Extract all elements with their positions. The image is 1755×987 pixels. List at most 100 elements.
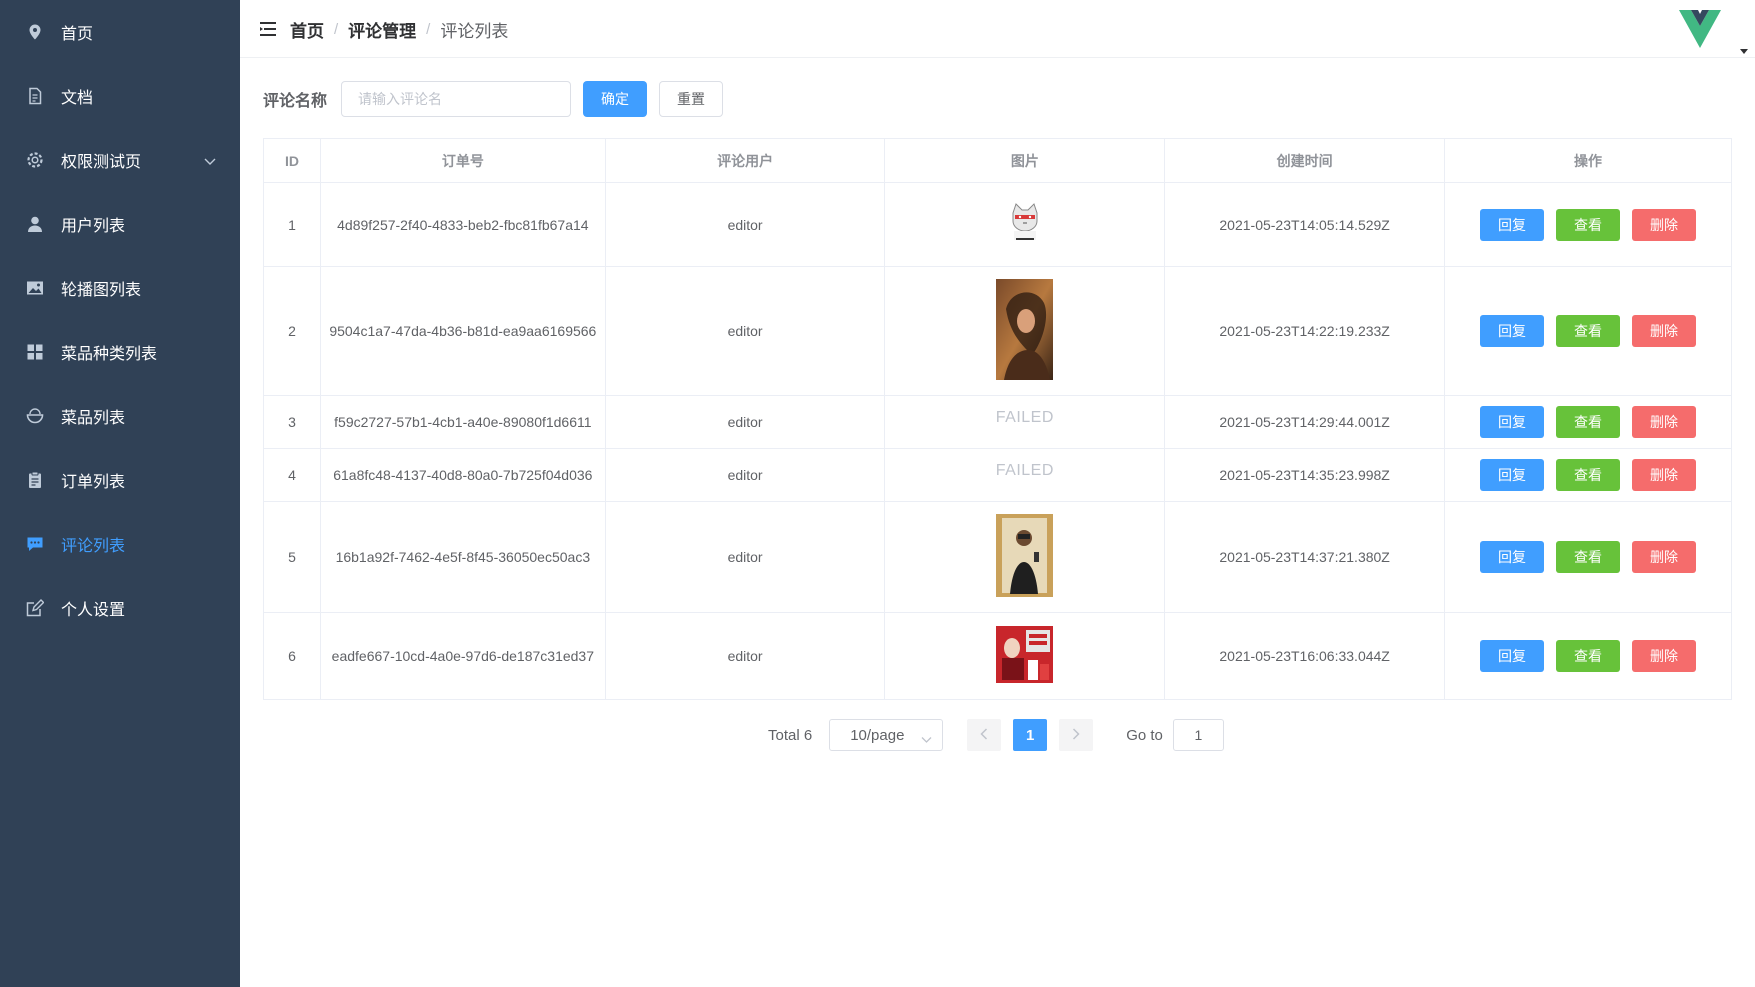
cell-image — [884, 266, 1166, 396]
delete-button[interactable]: 删除 — [1632, 541, 1697, 573]
header-image: 图片 — [884, 138, 1166, 183]
cell-time: 2021-05-23T14:22:19.233Z — [1164, 266, 1446, 396]
cell-image — [884, 182, 1166, 267]
delete-button[interactable]: 删除 — [1632, 459, 1697, 491]
cell-id: 5 — [263, 501, 321, 613]
hamburger-icon[interactable] — [258, 19, 278, 39]
cell-ops: 回复 查看 删除 — [1444, 182, 1732, 267]
view-button[interactable]: 查看 — [1556, 315, 1621, 347]
cell-id: 1 — [263, 182, 321, 267]
caret-down-icon[interactable] — [1739, 42, 1749, 54]
portrait-photo-image[interactable] — [996, 279, 1054, 383]
reply-button[interactable]: 回复 — [1480, 315, 1545, 347]
sidebar-item-docs[interactable]: 文档 — [0, 68, 240, 124]
chevron-down-icon — [921, 731, 932, 748]
goto-label: Go to — [1126, 726, 1163, 744]
sidebar-item-label: 菜品种类列表 — [61, 346, 158, 363]
delete-button[interactable]: 删除 — [1632, 315, 1697, 347]
reply-button[interactable]: 回复 — [1480, 541, 1545, 573]
header-time: 创建时间 — [1164, 138, 1446, 183]
header-order: 订单号 — [319, 138, 606, 183]
breadcrumb-separator: / — [334, 21, 339, 38]
cell-ops: 回复 查看 删除 — [1444, 448, 1732, 502]
bowl-icon — [25, 406, 45, 426]
cell-image — [884, 612, 1166, 700]
delete-button[interactable]: 删除 — [1632, 406, 1697, 438]
cell-time: 2021-05-23T14:29:44.001Z — [1164, 395, 1446, 449]
location-pin-icon — [25, 22, 45, 42]
breadcrumb: 首页 / 评论管理 / 评论列表 — [290, 17, 508, 42]
sidebar-item-banners[interactable]: 轮播图列表 — [0, 260, 240, 316]
cell-id: 2 — [263, 266, 321, 396]
sidebar-item-orders[interactable]: 订单列表 — [0, 452, 240, 508]
sidebar-item-comments[interactable]: 评论列表 — [0, 516, 240, 572]
breadcrumb-section[interactable]: 评论管理 — [348, 17, 416, 42]
confirm-button[interactable]: 确定 — [583, 81, 648, 117]
cell-order: eadfe667-10cd-4a0e-97d6-de187c31ed37 — [319, 612, 606, 700]
breadcrumb-home[interactable]: 首页 — [290, 17, 324, 42]
breadcrumb-current: 评论列表 — [440, 22, 509, 41]
table-row: 5 16b1a92f-7462-4e5f-8f45-36050ec50ac3 e… — [263, 501, 1732, 613]
view-button[interactable]: 查看 — [1556, 208, 1621, 241]
cell-order: 16b1a92f-7462-4e5f-8f45-36050ec50ac3 — [319, 501, 606, 613]
cell-order: 61a8fc48-4137-40d8-80a0-7b725f04d036 — [319, 448, 606, 502]
sidebar-item-users[interactable]: 用户列表 — [0, 196, 240, 252]
cell-id: 6 — [263, 612, 321, 700]
cell-ops: 回复 查看 删除 — [1444, 612, 1732, 700]
view-button[interactable]: 查看 — [1556, 541, 1621, 573]
table-row: 4 61a8fc48-4137-40d8-80a0-7b725f04d036 e… — [263, 448, 1732, 502]
next-page-button[interactable] — [1059, 719, 1094, 751]
gear-icon — [25, 150, 45, 170]
sidebar-item-label: 菜品列表 — [61, 410, 126, 427]
cell-user: editor — [604, 266, 886, 396]
user-icon — [25, 214, 45, 234]
sidebar: 首页 文档 权限测试页 用户列表 轮播图列表 菜品种类列表 菜品列表 订单列表 … — [0, 0, 240, 987]
view-button[interactable]: 查看 — [1556, 459, 1621, 491]
cell-image — [884, 501, 1166, 613]
pagination: Total 6 10/page 1 Go to — [768, 719, 1224, 751]
sidebar-item-dish-categories[interactable]: 菜品种类列表 — [0, 324, 240, 380]
prev-page-button[interactable] — [967, 719, 1002, 751]
document-icon — [25, 86, 45, 106]
cell-user: editor — [604, 395, 886, 449]
reply-button[interactable]: 回复 — [1480, 208, 1545, 241]
cell-time: 2021-05-23T14:37:21.380Z — [1164, 501, 1446, 613]
avatar[interactable] — [1675, 6, 1725, 52]
table-row: 1 4d89f257-2f40-4833-beb2-fbc81fb67a14 e… — [263, 182, 1732, 267]
reply-button[interactable]: 回复 — [1480, 459, 1545, 491]
sidebar-item-label: 权限测试页 — [61, 154, 142, 171]
sidebar-item-settings[interactable]: 个人设置 — [0, 580, 240, 636]
table-row: 6 eadfe667-10cd-4a0e-97d6-de187c31ed37 e… — [263, 612, 1732, 700]
sidebar-item-home[interactable]: 首页 — [0, 4, 240, 60]
goto-page-input[interactable] — [1172, 719, 1224, 751]
table-header-row: ID 订单号 评论用户 图片 创建时间 操作 — [263, 138, 1732, 183]
milk-drink-image[interactable] — [996, 626, 1054, 686]
reset-button[interactable]: 重置 — [659, 81, 724, 117]
sidebar-item-label: 评论列表 — [61, 538, 126, 555]
table-row: 2 9504c1a7-47da-4b36-b81d-ea9aa6169566 e… — [263, 266, 1732, 396]
mirror-selfie-image[interactable] — [996, 514, 1054, 600]
cell-user: editor — [604, 612, 886, 700]
page-number-button[interactable]: 1 — [1013, 719, 1048, 751]
cell-user: editor — [604, 501, 886, 613]
sidebar-item-label: 文档 — [61, 90, 94, 107]
filter-label: 评论名称 — [263, 93, 328, 110]
chevron-right-icon — [1072, 727, 1080, 744]
page-size-select[interactable]: 10/page — [829, 719, 944, 751]
chat-icon — [25, 534, 45, 554]
view-button[interactable]: 查看 — [1556, 406, 1621, 438]
delete-button[interactable]: 删除 — [1632, 640, 1697, 672]
sidebar-item-dishes[interactable]: 菜品列表 — [0, 388, 240, 444]
filter-bar: 评论名称 确定 重置 — [263, 80, 724, 118]
cat-sticker-image[interactable] — [1008, 201, 1042, 248]
cell-time: 2021-05-23T14:05:14.529Z — [1164, 182, 1446, 267]
delete-button[interactable]: 删除 — [1632, 208, 1697, 241]
reply-button[interactable]: 回复 — [1480, 640, 1545, 672]
sidebar-item-permission[interactable]: 权限测试页 — [0, 132, 240, 188]
comments-table: ID 订单号 评论用户 图片 创建时间 操作 1 4d89f257-2f40-4… — [263, 138, 1732, 700]
view-button[interactable]: 查看 — [1556, 640, 1621, 672]
reply-button[interactable]: 回复 — [1480, 406, 1545, 438]
breadcrumb-separator: / — [426, 21, 431, 38]
comment-name-input[interactable] — [341, 81, 572, 117]
chevron-down-icon — [204, 153, 216, 171]
